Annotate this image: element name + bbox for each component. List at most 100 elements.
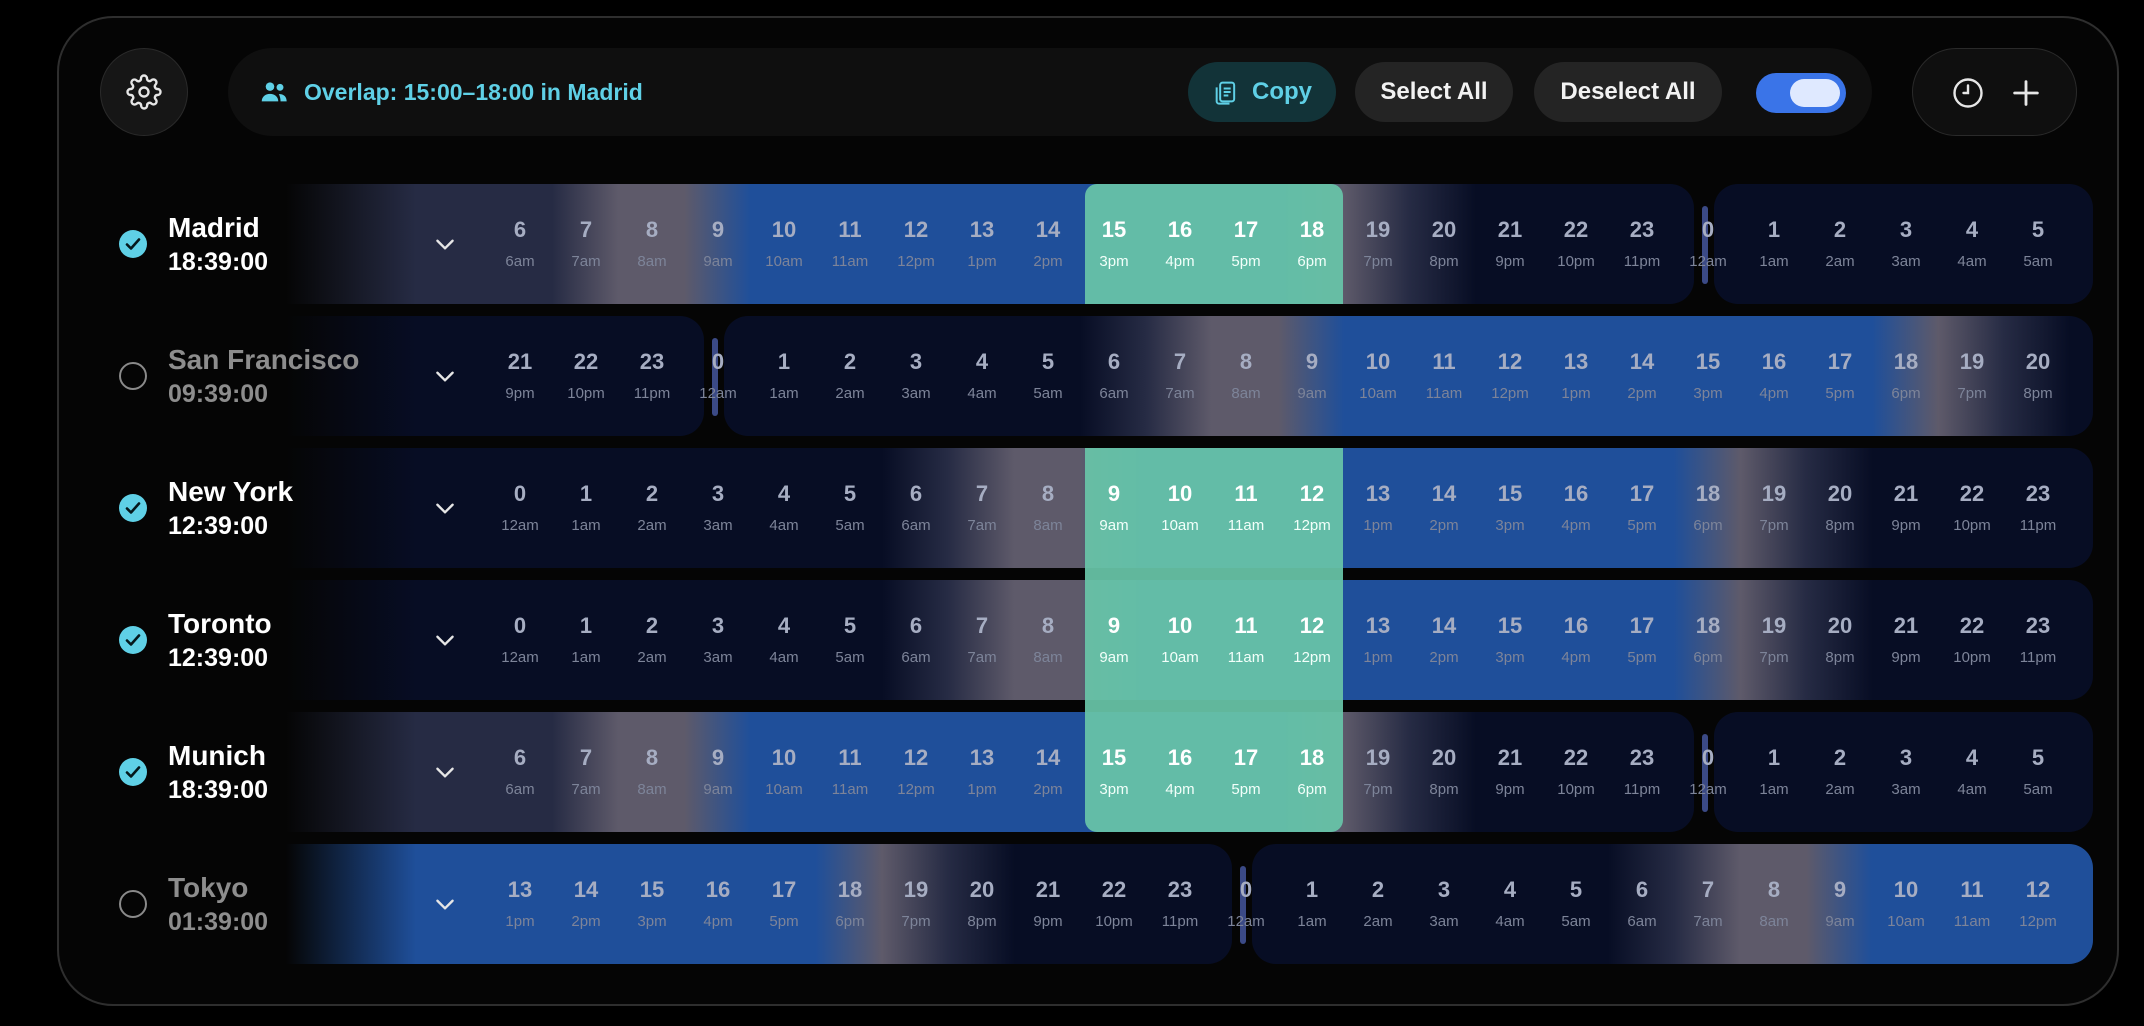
hour-cell[interactable]: 9 9am xyxy=(685,184,751,304)
hour-cell[interactable]: 12 12pm xyxy=(2005,844,2071,964)
hour-cell[interactable]: 2 2am xyxy=(1807,184,1873,304)
hour-cell[interactable]: 17 5pm xyxy=(1609,448,1675,568)
copy-button[interactable]: Copy xyxy=(1188,62,1336,122)
hour-cell[interactable]: 12 12pm xyxy=(1477,316,1543,436)
hour-cell[interactable]: 0 12am xyxy=(685,316,751,436)
hour-cell[interactable]: 9 9am xyxy=(1279,316,1345,436)
hour-cell[interactable]: 3 3am xyxy=(883,316,949,436)
hour-cell[interactable]: 4 4am xyxy=(1477,844,1543,964)
hour-cell[interactable]: 12 12pm xyxy=(1279,580,1345,700)
hour-cell[interactable]: 8 8am xyxy=(619,712,685,832)
hour-cell[interactable]: 18 6pm xyxy=(1675,580,1741,700)
hour-cell[interactable]: 16 4pm xyxy=(1543,580,1609,700)
hour-cell[interactable]: 7 7am xyxy=(553,184,619,304)
hour-cell[interactable]: 18 6pm xyxy=(817,844,883,964)
hour-cell[interactable]: 19 7pm xyxy=(1345,184,1411,304)
hour-cell[interactable]: 2 2am xyxy=(1807,712,1873,832)
hour-cell[interactable]: 18 6pm xyxy=(1675,448,1741,568)
hour-cell[interactable]: 5 5am xyxy=(2005,184,2071,304)
hour-cell[interactable]: 6 6am xyxy=(1609,844,1675,964)
hour-cell[interactable]: 10 10am xyxy=(1147,448,1213,568)
select-checkbox[interactable] xyxy=(119,758,147,786)
hour-cell[interactable]: 4 4am xyxy=(751,580,817,700)
hour-cell[interactable]: 13 1pm xyxy=(1345,448,1411,568)
hour-cell[interactable]: 7 7am xyxy=(949,448,1015,568)
view-toggle[interactable] xyxy=(1756,73,1846,113)
hour-cell[interactable]: 1 1am xyxy=(1741,184,1807,304)
hour-cell[interactable]: 8 8am xyxy=(1741,844,1807,964)
hour-cell[interactable]: 18 6pm xyxy=(1279,184,1345,304)
hour-cell[interactable]: 23 11pm xyxy=(1147,844,1213,964)
expand-button[interactable] xyxy=(430,625,460,655)
hour-cell[interactable]: 17 5pm xyxy=(1609,580,1675,700)
hour-cell[interactable]: 16 4pm xyxy=(1741,316,1807,436)
hour-cell[interactable]: 16 4pm xyxy=(1147,712,1213,832)
hour-cell[interactable]: 11 11am xyxy=(817,712,883,832)
expand-button[interactable] xyxy=(430,361,460,391)
hour-cell[interactable]: 0 12am xyxy=(1213,844,1279,964)
hour-cell[interactable]: 1 1am xyxy=(1279,844,1345,964)
hour-cell[interactable]: 23 11pm xyxy=(619,316,685,436)
hour-cell[interactable]: 22 10pm xyxy=(1081,844,1147,964)
hour-cell[interactable]: 23 11pm xyxy=(2005,580,2071,700)
hour-cell[interactable]: 9 9am xyxy=(1807,844,1873,964)
hour-cell[interactable]: 16 4pm xyxy=(1543,448,1609,568)
hour-cell[interactable]: 1 1am xyxy=(1741,712,1807,832)
hour-cell[interactable]: 13 1pm xyxy=(949,184,1015,304)
hour-cell[interactable]: 6 6am xyxy=(883,580,949,700)
hour-cell[interactable]: 19 7pm xyxy=(883,844,949,964)
hour-cell[interactable]: 7 7am xyxy=(1147,316,1213,436)
hour-cell[interactable]: 23 11pm xyxy=(1609,712,1675,832)
hour-cell[interactable]: 10 10am xyxy=(1147,580,1213,700)
hour-cell[interactable]: 20 8pm xyxy=(1411,184,1477,304)
hour-cell[interactable]: 23 11pm xyxy=(2005,448,2071,568)
select-checkbox[interactable] xyxy=(119,230,147,258)
hour-cell[interactable]: 1 1am xyxy=(553,448,619,568)
hour-cell[interactable]: 6 6am xyxy=(883,448,949,568)
hour-cell[interactable]: 17 5pm xyxy=(1213,712,1279,832)
select-checkbox[interactable] xyxy=(119,494,147,522)
hour-cell[interactable]: 23 11pm xyxy=(1609,184,1675,304)
hour-cell[interactable]: 3 3am xyxy=(1873,184,1939,304)
hour-cell[interactable]: 19 7pm xyxy=(1939,316,2005,436)
hour-cell[interactable]: 18 6pm xyxy=(1873,316,1939,436)
hour-cell[interactable]: 14 2pm xyxy=(1411,580,1477,700)
hour-cell[interactable]: 13 1pm xyxy=(1543,316,1609,436)
hour-cell[interactable]: 5 5am xyxy=(2005,712,2071,832)
hour-cell[interactable]: 4 4am xyxy=(949,316,1015,436)
hour-cell[interactable]: 2 2am xyxy=(1345,844,1411,964)
select-all-button[interactable]: Select All xyxy=(1355,62,1513,122)
hour-cell[interactable]: 14 2pm xyxy=(1015,712,1081,832)
hour-cell[interactable]: 1 1am xyxy=(553,580,619,700)
select-checkbox[interactable] xyxy=(119,362,147,390)
hour-cell[interactable]: 0 12am xyxy=(1675,184,1741,304)
hour-cell[interactable]: 14 2pm xyxy=(553,844,619,964)
hour-cell[interactable]: 4 4am xyxy=(1939,184,2005,304)
hour-cell[interactable]: 4 4am xyxy=(1939,712,2005,832)
hour-cell[interactable]: 8 8am xyxy=(1015,580,1081,700)
hour-cell[interactable]: 0 12am xyxy=(1675,712,1741,832)
hour-cell[interactable]: 10 10am xyxy=(751,712,817,832)
hour-cell[interactable]: 22 10pm xyxy=(1939,448,2005,568)
hour-cell[interactable]: 13 1pm xyxy=(949,712,1015,832)
hour-cell[interactable]: 2 2am xyxy=(619,448,685,568)
hour-cell[interactable]: 21 9pm xyxy=(1873,448,1939,568)
hour-cell[interactable]: 11 11am xyxy=(817,184,883,304)
hour-cell[interactable]: 12 12pm xyxy=(883,184,949,304)
hour-cell[interactable]: 11 11am xyxy=(1213,580,1279,700)
hour-cell[interactable]: 19 7pm xyxy=(1741,448,1807,568)
hour-cell[interactable]: 7 7am xyxy=(949,580,1015,700)
hour-cell[interactable]: 0 12am xyxy=(487,448,553,568)
hour-cell[interactable]: 21 9pm xyxy=(1477,184,1543,304)
hour-cell[interactable]: 15 3pm xyxy=(1477,448,1543,568)
hour-cell[interactable]: 21 9pm xyxy=(1477,712,1543,832)
hour-cell[interactable]: 21 9pm xyxy=(1873,580,1939,700)
hour-cell[interactable]: 13 1pm xyxy=(487,844,553,964)
hour-cell[interactable]: 16 4pm xyxy=(1147,184,1213,304)
hour-cell[interactable]: 22 10pm xyxy=(1543,184,1609,304)
hour-cell[interactable]: 22 10pm xyxy=(1543,712,1609,832)
hour-cell[interactable]: 3 3am xyxy=(685,580,751,700)
hour-cell[interactable]: 5 5am xyxy=(1543,844,1609,964)
hour-cell[interactable]: 20 8pm xyxy=(1807,580,1873,700)
hour-cell[interactable]: 7 7am xyxy=(1675,844,1741,964)
